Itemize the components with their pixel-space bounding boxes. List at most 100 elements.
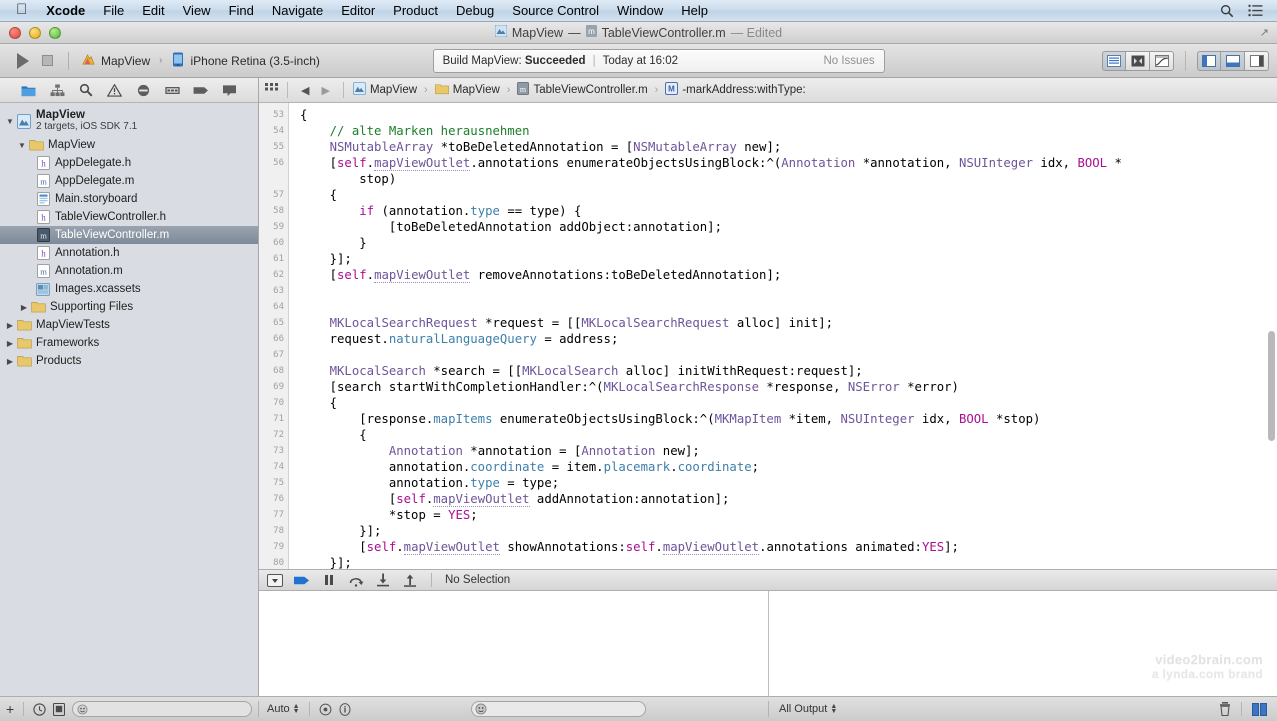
variables-view[interactable] [259,591,769,696]
code-line[interactable]: MKLocalSearchRequest *request = [[MKLoca… [300,315,1277,331]
code-line[interactable]: [self.mapViewOutlet.annotations enumerat… [300,155,1277,171]
menu-item-file[interactable]: File [94,0,133,22]
console-output-popup[interactable]: All Output ▲ ▼ [779,703,837,715]
breakpoint-navigator-icon[interactable] [191,81,211,99]
version-editor-button[interactable] [1150,50,1174,71]
run-button[interactable] [8,49,34,73]
code-line[interactable]: annotation.type = type; [300,475,1277,491]
menu-item-source-control[interactable]: Source Control [503,0,608,22]
source-code-text[interactable]: { // alte Marken herausnehmen NSMutableA… [289,107,1277,569]
variables-search-field[interactable] [471,701,647,717]
navigate-forward-button[interactable]: ▶ [317,84,333,97]
code-line[interactable]: }]; [300,523,1277,539]
hide-debug-area-icon[interactable] [267,572,283,588]
pause-icon[interactable] [321,572,337,588]
disclosure-triangle-closed[interactable]: ▶ [4,339,16,348]
test-navigator-icon[interactable] [133,81,153,99]
navigator-row-tableviewcontroller-h[interactable]: h TableViewController.h [0,208,258,226]
breadcrumb-item-file[interactable]: m TableViewController.m [517,82,648,98]
source-control-filter-icon[interactable] [53,702,66,716]
code-line[interactable]: [self.mapViewOutlet addAnnotation:annota… [300,491,1277,507]
toggle-navigator-button[interactable] [1197,50,1221,71]
menu-item-edit[interactable]: Edit [133,0,173,22]
activity-status-view[interactable]: Build MapView: Succeeded | Today at 16:0… [432,48,885,73]
symbol-navigator-icon[interactable] [47,81,67,99]
related-items-icon[interactable] [265,83,278,97]
disclosure-triangle-closed[interactable]: ▶ [18,303,30,312]
menu-item-debug[interactable]: Debug [447,0,503,22]
report-navigator-icon[interactable] [220,81,240,99]
standard-editor-button[interactable] [1102,50,1126,71]
assistant-editor-button[interactable] [1126,50,1150,71]
close-window-button[interactable] [9,26,21,39]
step-into-icon[interactable] [375,572,391,588]
code-line[interactable]: NSMutableArray *toBeDeletedAnnotation = … [300,139,1277,155]
console-view[interactable]: video2brain.com a lynda.com brand [769,591,1277,696]
source-editor[interactable]: 53 54 55 56 57 58 59 60 61 62 63 64 65 66 67 68 69 70 71 72… [259,103,1277,569]
breadcrumb-item-method[interactable]: M -markAddress:withType: [665,82,806,98]
menu-item-product[interactable]: Product [384,0,447,22]
clear-console-trash-icon[interactable] [1219,702,1231,716]
add-item-button[interactable]: + [6,701,14,717]
code-line[interactable]: request.naturalLanguageQuery = address; [300,331,1277,347]
find-navigator-icon[interactable] [76,81,96,99]
navigator-row-mapviewtests[interactable]: ▶ MapViewTests [0,316,258,334]
code-line[interactable]: stop) [300,171,1277,187]
code-line[interactable]: // alte Marken herausnehmen [300,123,1277,139]
disclosure-triangle-closed[interactable]: ▶ [4,357,16,366]
continue-icon[interactable] [294,572,310,588]
spotlight-search-icon[interactable] [1220,4,1234,18]
navigator-row-images-xcassets[interactable]: Images.xcassets [0,280,258,298]
minimize-window-button[interactable] [29,26,41,39]
menu-item-view[interactable]: View [174,0,220,22]
code-line[interactable]: [response.mapItems enumerateObjectsUsing… [300,411,1277,427]
issue-navigator-icon[interactable] [105,81,125,99]
code-line[interactable]: *stop = YES; [300,507,1277,523]
code-line[interactable]: { [300,187,1277,203]
code-line[interactable]: [search startWithCompletionHandler:^(MKL… [300,379,1277,395]
code-line[interactable]: { [300,427,1277,443]
apple-logo-icon[interactable]:  [16,1,27,18]
scheme-selector[interactable]: MapView › iPhone Retina (3.5-inch) [77,52,324,70]
code-scroll-area[interactable]: { // alte Marken herausnehmen NSMutableA… [289,103,1277,569]
toggle-utilities-button[interactable] [1245,50,1269,71]
navigator-row-products[interactable]: ▶ Products [0,352,258,370]
code-line[interactable]: Annotation *annotation = [Annotation new… [300,443,1277,459]
recent-files-clock-icon[interactable] [33,702,46,716]
disclosure-triangle-open[interactable]: ▼ [4,117,16,126]
fullscreen-icon[interactable]: ↗ [1260,26,1269,39]
navigator-row-tableviewcontroller-m[interactable]: m TableViewController.m [0,226,258,244]
stop-button[interactable] [34,49,60,73]
notification-list-icon[interactable] [1248,4,1263,17]
code-line[interactable]: [self.mapViewOutlet removeAnnotations:to… [300,267,1277,283]
navigator-filter-field[interactable] [72,701,252,717]
code-line[interactable] [300,299,1277,315]
toggle-debug-area-button[interactable] [1221,50,1245,71]
menu-item-navigate[interactable]: Navigate [263,0,332,22]
code-line[interactable]: { [300,107,1277,123]
disclosure-triangle-closed[interactable]: ▶ [4,321,16,330]
menu-item-editor[interactable]: Editor [332,0,384,22]
code-line[interactable] [300,283,1277,299]
code-line[interactable] [300,347,1277,363]
code-line[interactable]: [toBeDeletedAnnotation addObject:annotat… [300,219,1277,235]
breadcrumb-item-project[interactable]: MapView [353,82,417,98]
code-line[interactable]: [self.mapViewOutlet showAnnotations:self… [300,539,1277,555]
step-out-icon[interactable] [402,572,418,588]
code-line[interactable]: annotation.coordinate = item.placemark.c… [300,459,1277,475]
navigator-row-main-storyboard[interactable]: Main.storyboard [0,190,258,208]
variables-scope-popup[interactable]: Auto ▲ ▼ [267,703,300,715]
editor-vertical-scrollbar[interactable] [1268,331,1275,441]
split-pane-icon[interactable] [1252,702,1267,716]
navigator-row-annotation-m[interactable]: m Annotation.m [0,262,258,280]
code-line[interactable]: { [300,395,1277,411]
navigator-row-group-mapview[interactable]: ▼ MapView [0,136,258,154]
navigator-row-supporting-files[interactable]: ▶ Supporting Files [0,298,258,316]
code-line[interactable]: if (annotation.type == type) { [300,203,1277,219]
debug-navigator-icon[interactable] [162,81,182,99]
code-line[interactable]: }]; [300,251,1277,267]
disclosure-triangle-open[interactable]: ▼ [16,141,28,150]
project-navigator-tree[interactable]: ▼ MapView 2 targets, iOS SDK 7.1 ▼ MapVi… [0,103,258,696]
breadcrumb-item-group[interactable]: MapView [434,83,500,98]
show-variables-eye-icon[interactable] [319,703,332,716]
